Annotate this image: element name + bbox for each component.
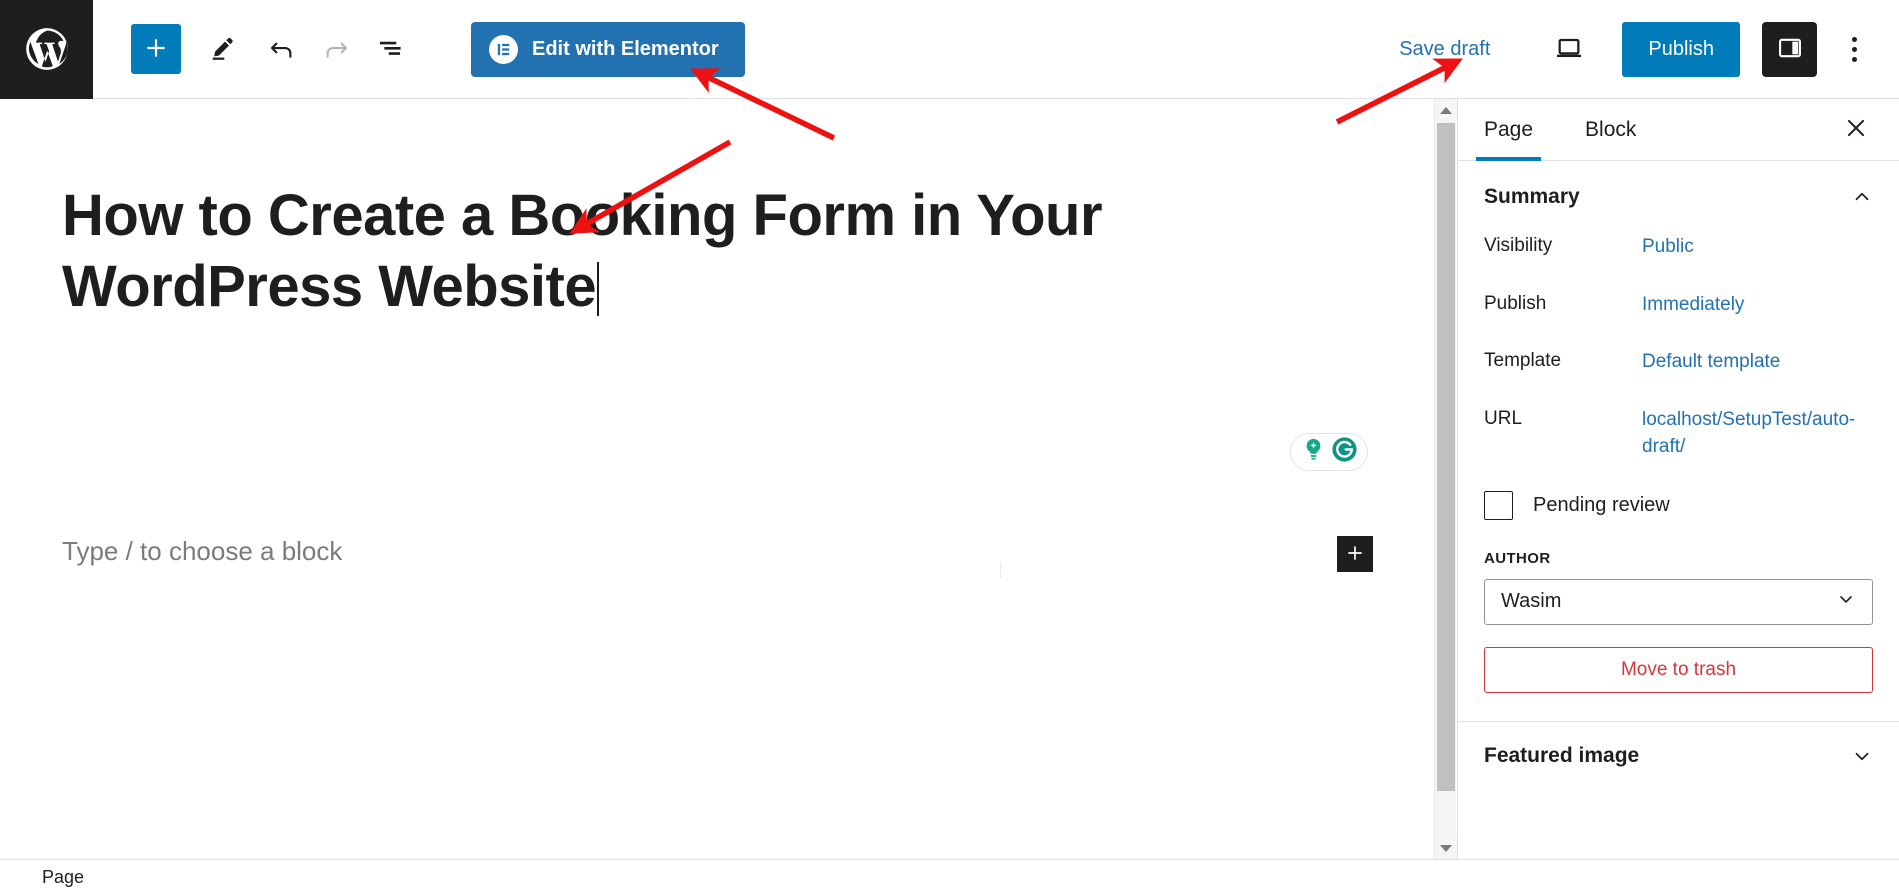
three-dots-vertical-icon: [1851, 36, 1857, 62]
grammarly-widget[interactable]: [1290, 433, 1368, 471]
settings-sidebar-toggle-button[interactable]: [1762, 21, 1817, 77]
summary-row-template: Template Default template: [1458, 348, 1899, 376]
redo-button[interactable]: [311, 24, 361, 74]
pending-review-label[interactable]: Pending review: [1533, 494, 1670, 517]
toolbar-left-group: Edit with Elementor: [93, 21, 745, 77]
editor-canvas[interactable]: How to Create a Booking Form in Your Wor…: [0, 99, 1456, 859]
more-options-button[interactable]: [1831, 22, 1877, 76]
author-select[interactable]: Wasim: [1484, 578, 1873, 625]
summary-title: Summary: [1484, 185, 1580, 208]
close-sidebar-button[interactable]: [1835, 109, 1877, 151]
save-draft-button[interactable]: Save draft: [1389, 30, 1500, 69]
tab-page[interactable]: Page: [1475, 99, 1551, 161]
close-x-icon: [1843, 115, 1869, 144]
author-selected-value: Wasim: [1501, 590, 1562, 613]
edit-with-elementor-label: Edit with Elementor: [532, 37, 719, 60]
grammarly-lightbulb-icon[interactable]: [1300, 436, 1327, 468]
summary-row-publish: Publish Immediately: [1458, 291, 1899, 319]
add-block-button[interactable]: [131, 24, 181, 74]
url-label: URL: [1484, 407, 1523, 429]
sidebar-panel-icon: [1776, 34, 1804, 65]
template-value-button[interactable]: Default template: [1642, 348, 1780, 376]
move-to-trash-button[interactable]: Move to trash: [1484, 646, 1873, 693]
publish-value-button[interactable]: Immediately: [1642, 291, 1744, 319]
document-overview-button[interactable]: [365, 24, 415, 74]
chevron-down-icon: [1851, 745, 1873, 767]
publish-label: Publish: [1484, 292, 1547, 314]
trash-button-wrapper: Move to trash: [1458, 646, 1899, 693]
chevron-down-icon: [1836, 589, 1856, 615]
visibility-label: Visibility: [1484, 235, 1553, 256]
edit-with-elementor-button[interactable]: Edit with Elementor: [471, 21, 745, 77]
summary-row-url: URL localhost/SetupTest/auto-draft/: [1458, 406, 1899, 461]
editor-top-toolbar: Edit with Elementor Save draft Publish: [0, 0, 1899, 99]
featured-image-title: Featured image: [1484, 743, 1640, 767]
tools-pencil-button[interactable]: [197, 24, 247, 74]
document-overview-icon: [375, 33, 405, 66]
undo-button[interactable]: [257, 24, 307, 74]
visibility-value-button[interactable]: Public: [1642, 233, 1694, 261]
undo-arrow-icon: [267, 33, 297, 66]
editor-status-bar: Page: [0, 859, 1899, 895]
chevron-up-icon: [1851, 186, 1873, 208]
toolbar-right-group: Save draft Publish: [1389, 21, 1899, 77]
post-title-field[interactable]: How to Create a Booking Form in Your Wor…: [62, 181, 1162, 323]
author-select-wrapper: Wasim: [1458, 578, 1899, 625]
author-section-label: AUTHOR: [1484, 549, 1551, 567]
template-label: Template: [1484, 350, 1562, 372]
summary-row-visibility: Visibility Public: [1458, 233, 1899, 261]
breadcrumb[interactable]: Page: [42, 867, 84, 888]
plus-icon: [143, 35, 169, 64]
wordpress-logo-button[interactable]: [0, 0, 93, 99]
pending-review-row: Pending review: [1458, 490, 1899, 520]
elementor-logo-icon: [489, 34, 518, 64]
sidebar-tablist: Page Block: [1458, 99, 1899, 161]
scrollbar-thumb[interactable]: [1437, 123, 1455, 791]
scroll-up-arrow-icon[interactable]: [1435, 99, 1457, 121]
url-value-button[interactable]: localhost/SetupTest/auto-draft/: [1642, 406, 1855, 461]
redo-arrow-icon: [321, 33, 351, 66]
featured-image-section-header[interactable]: Featured image: [1458, 722, 1899, 790]
inline-add-block-button[interactable]: [1337, 536, 1373, 572]
text-cursor: [597, 261, 600, 316]
editor-scrollbar[interactable]: [1434, 99, 1457, 859]
laptop-preview-icon: [1553, 32, 1585, 67]
secondary-cursor-marker: [1000, 562, 1001, 578]
pencil-icon: [208, 34, 236, 65]
scroll-down-arrow-icon[interactable]: [1435, 837, 1457, 859]
tab-block[interactable]: Block: [1585, 99, 1654, 161]
plus-icon: [1345, 543, 1365, 566]
wordpress-block-editor: Edit with Elementor Save draft Publish H…: [0, 0, 1899, 895]
settings-sidebar: Page Block Summary Visibility Public Pub…: [1457, 99, 1899, 859]
post-title-text: How to Create a Booking Form in Your Wor…: [62, 183, 1103, 319]
pending-review-checkbox[interactable]: [1484, 490, 1513, 520]
wordpress-logo-icon: [22, 24, 72, 74]
empty-block-placeholder[interactable]: Type / to choose a block: [62, 536, 342, 567]
summary-section-header[interactable]: Summary: [1458, 161, 1899, 233]
preview-button[interactable]: [1542, 22, 1596, 76]
grammarly-g-icon[interactable]: [1330, 435, 1359, 469]
publish-button[interactable]: Publish: [1622, 21, 1740, 77]
